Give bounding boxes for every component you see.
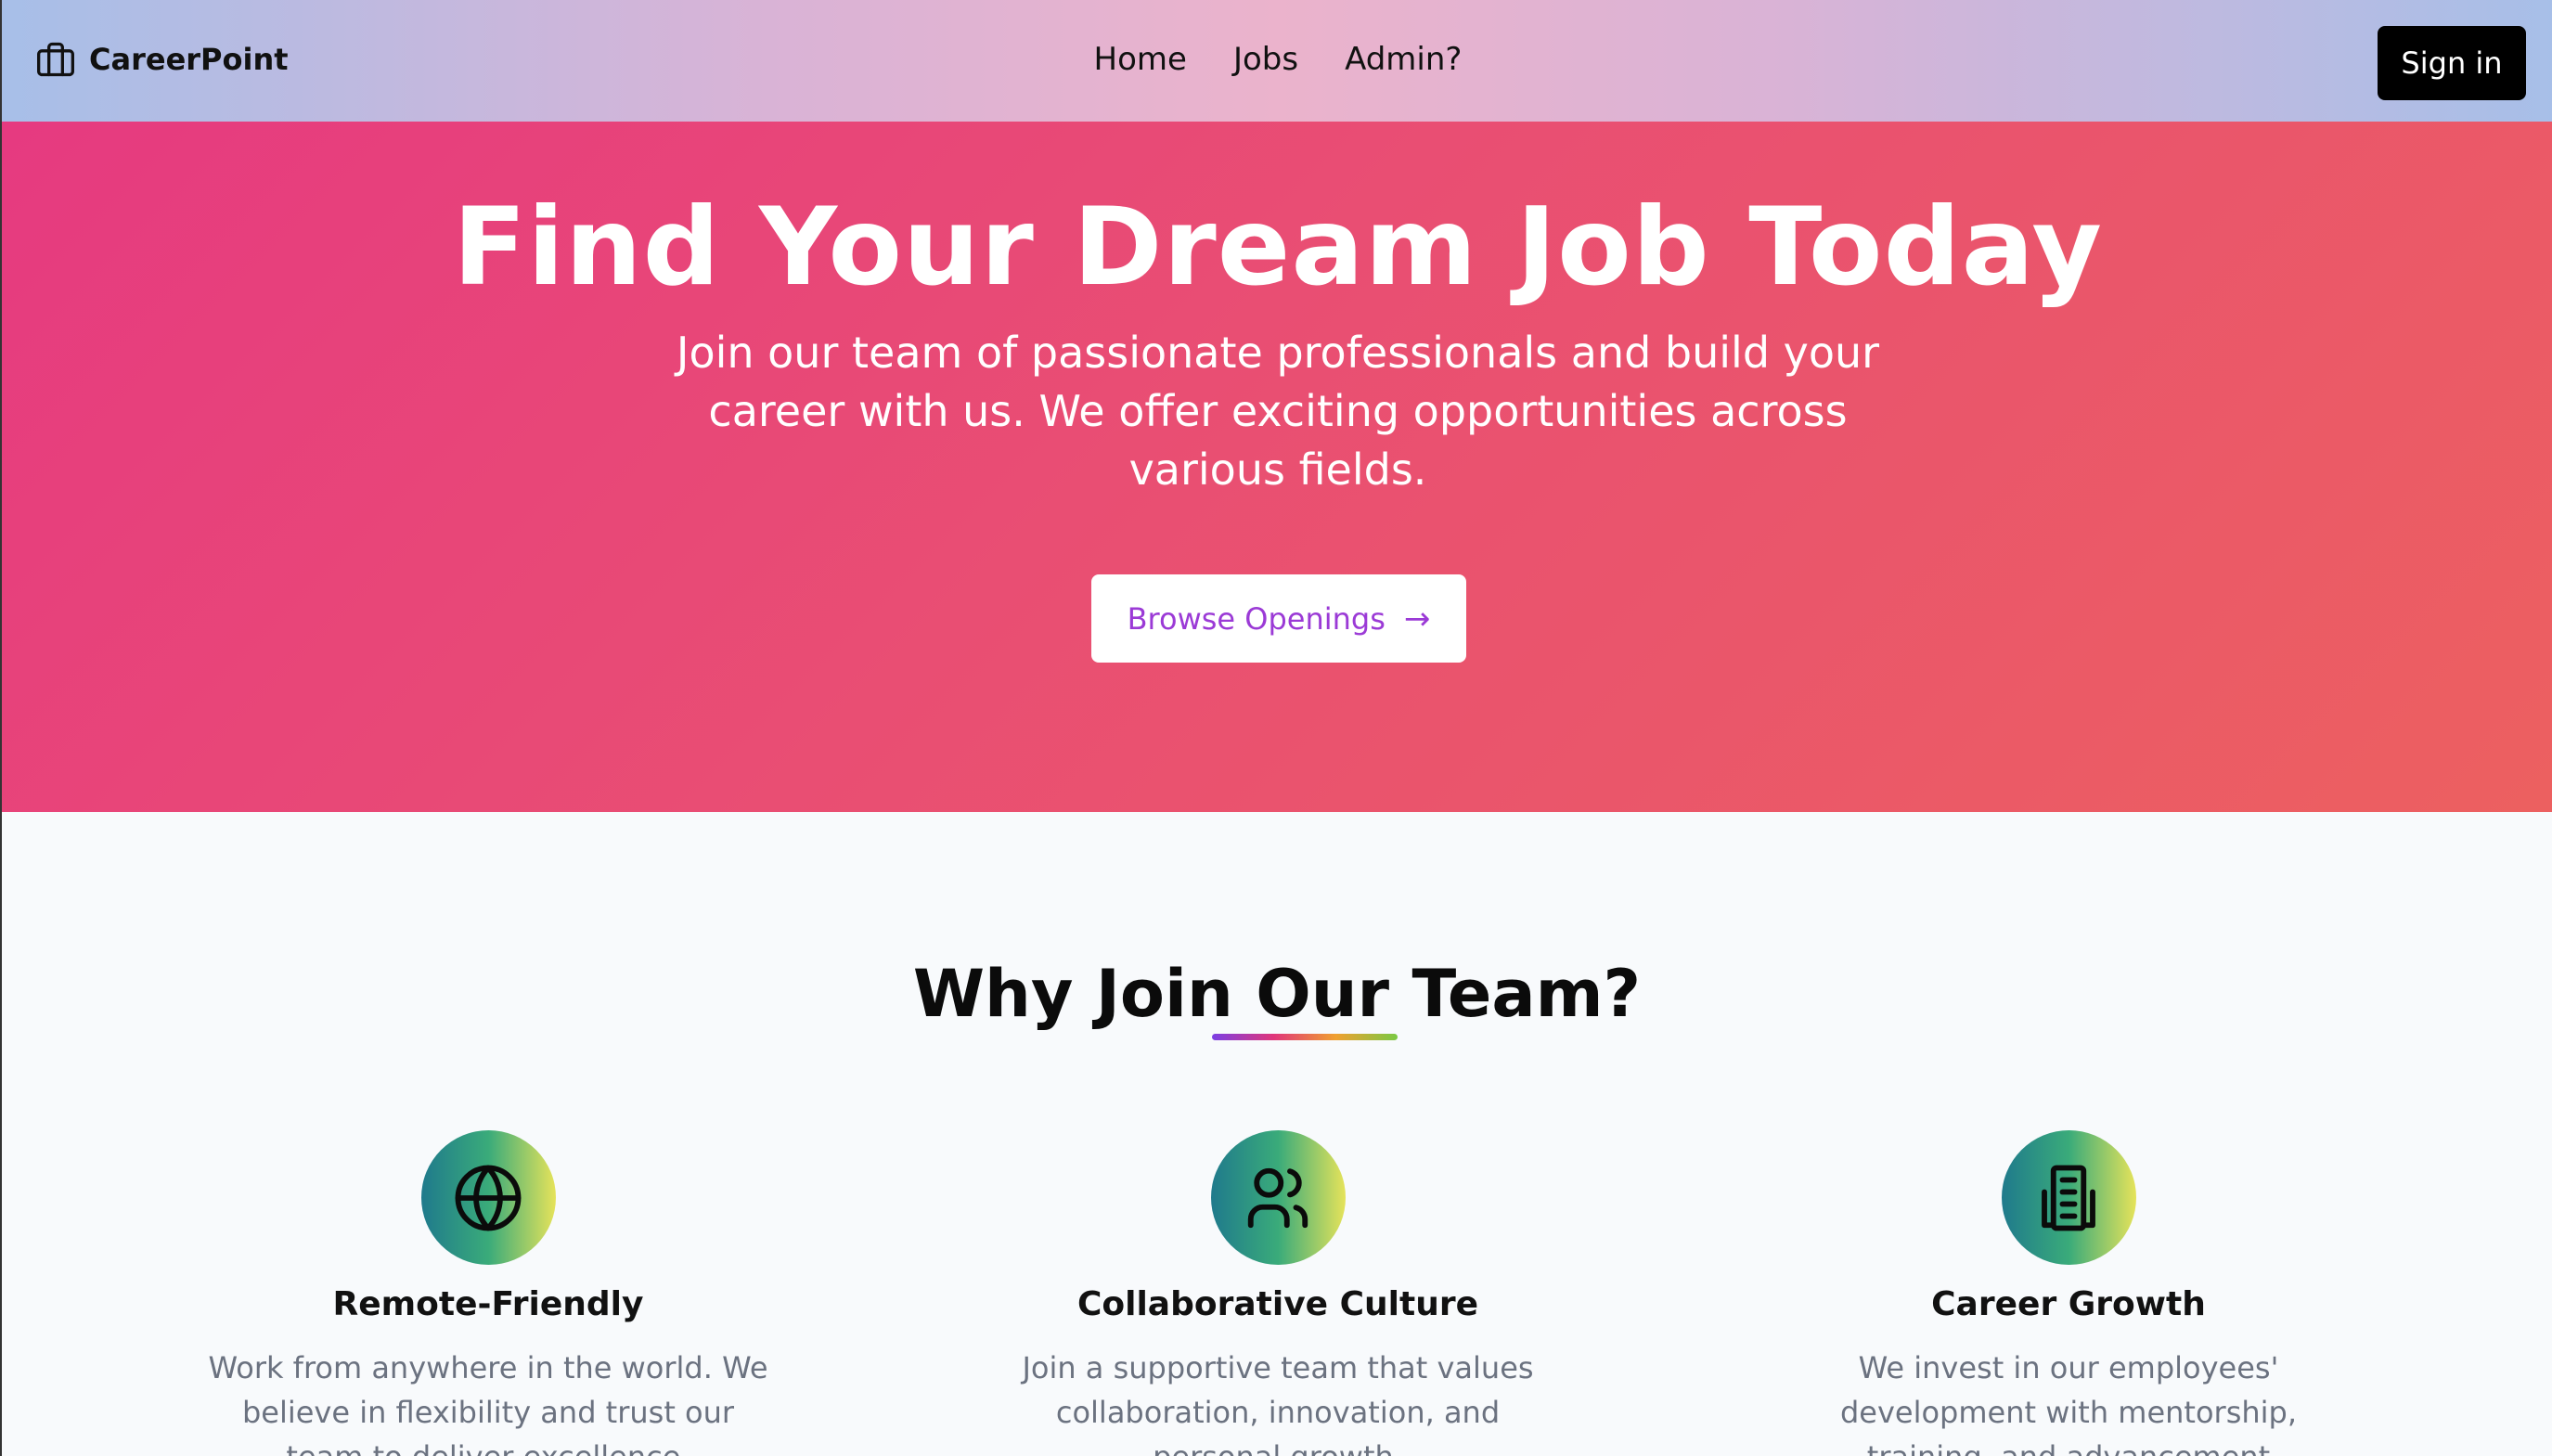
feature-description: We invest in our employees' development … [1839,1350,2298,1456]
feature-description: Join a supportive team that values colla… [1022,1350,1534,1456]
feature-title: Career Growth [1931,1285,2206,1323]
feature-description: Work from anywhere in the world. We beli… [208,1350,768,1456]
arrow-right-icon: → [1403,599,1431,638]
why-section-title: Why Join Our Team? [912,956,1642,1032]
feature-title: Collaborative Culture [1076,1285,1479,1323]
feature-icon-badge [1210,1130,1346,1265]
feature-card-culture: Collaborative Culture Join a supportive … [953,1130,1603,1456]
feature-card-growth: Career Growth We invest in our employees… [1744,1130,2393,1456]
sign-in-button[interactable]: Sign in [2378,26,2526,100]
globe-icon [455,1165,522,1231]
nav-link-home[interactable]: Home [1094,41,1187,78]
nav-links: Home Jobs Admin? [2,41,2552,78]
nav-link-admin[interactable]: Admin? [1345,41,1462,78]
feature-icon-badge [2001,1130,2136,1265]
browse-openings-label: Browse Openings [1127,600,1386,637]
hero: Find Your Dream Job Today Join our team … [2,122,2552,812]
hero-subtitle: Join our team of passionate professional… [676,328,1880,495]
feature-card-remote: Remote-Friendly Work from anywhere in th… [163,1130,813,1456]
feature-icon-badge [420,1130,556,1265]
feature-title: Remote-Friendly [332,1285,644,1323]
page: CareerPoint Home Jobs Admin? Sign in Fin… [0,0,2552,1456]
title-underline [1212,1034,1398,1040]
nav-link-jobs[interactable]: Jobs [1233,41,1298,78]
users-icon [1247,1167,1308,1228]
building-icon [2042,1165,2095,1231]
hero-title: Find Your Dream Job Today [453,185,2103,310]
browse-openings-button[interactable]: Browse Openings → [1091,574,1466,663]
navbar: CareerPoint Home Jobs Admin? Sign in [2,0,2552,122]
